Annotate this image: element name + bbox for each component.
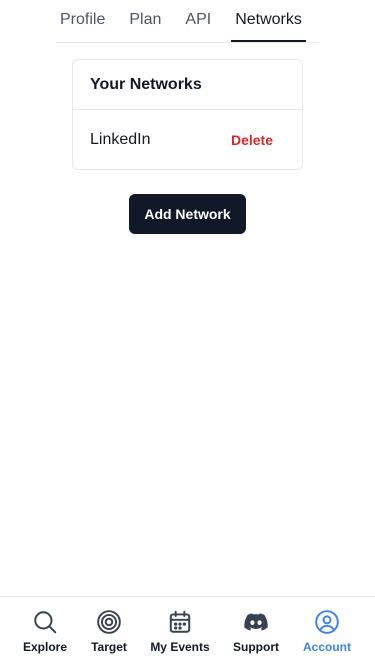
- tab-profile[interactable]: Profile: [56, 0, 109, 40]
- network-row: LinkedIn Delete: [73, 110, 302, 170]
- tab-networks[interactable]: Networks: [231, 0, 306, 42]
- user-circle-icon: [315, 610, 339, 634]
- nav-target-label: Target: [91, 640, 127, 654]
- search-icon: [34, 611, 57, 634]
- add-network-button[interactable]: Add Network: [129, 194, 246, 234]
- network-name: LinkedIn: [90, 131, 151, 148]
- nav-account[interactable]: Account: [290, 609, 364, 659]
- nav-account-label: Account: [303, 640, 351, 654]
- target-icon: [97, 610, 121, 634]
- calendar-icon: [169, 610, 191, 633]
- nav-explore[interactable]: Explore: [8, 609, 82, 659]
- networks-card: Your Networks LinkedIn Delete: [72, 59, 303, 170]
- nav-support[interactable]: Support: [219, 609, 293, 659]
- networks-card-title: Your Networks: [73, 60, 302, 110]
- nav-my-events-label: My Events: [150, 640, 210, 654]
- delete-network-button[interactable]: Delete: [231, 132, 273, 148]
- nav-explore-label: Explore: [22, 640, 67, 654]
- tab-api[interactable]: API: [181, 0, 215, 40]
- bottom-nav: Explore Target My Events Support Account: [0, 596, 375, 665]
- account-tabs: Profile Plan API Networks: [56, 0, 319, 43]
- nav-my-events[interactable]: My Events: [143, 609, 217, 659]
- nav-target[interactable]: Target: [72, 609, 146, 659]
- discord-icon: [244, 613, 268, 631]
- tab-plan[interactable]: Plan: [125, 0, 165, 40]
- nav-support-label: Support: [233, 640, 279, 654]
